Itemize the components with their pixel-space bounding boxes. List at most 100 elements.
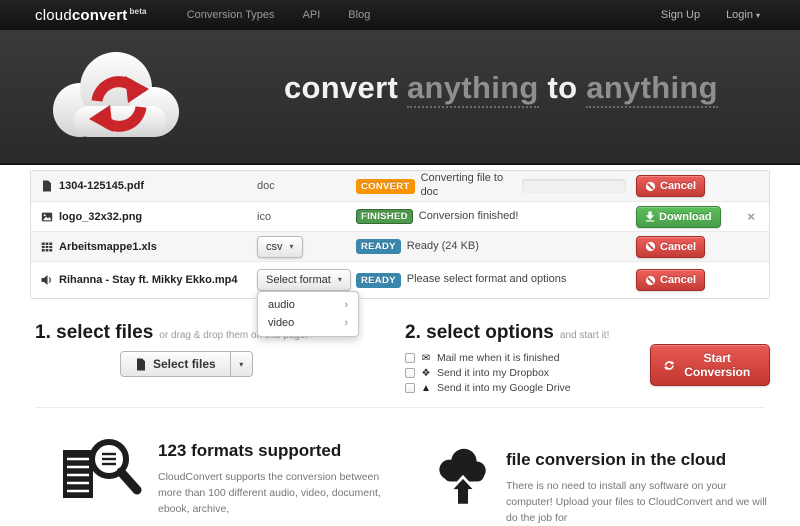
status-cell: READY Please select format and options: [356, 273, 636, 288]
status-badge: CONVERT: [356, 179, 415, 194]
cancel-button[interactable]: Cancel: [636, 236, 705, 258]
status-badge: READY: [356, 273, 401, 288]
image-icon: [41, 211, 53, 223]
feature-text-block: file conversion in the cloud There is no…: [506, 436, 772, 526]
cancel-label: Cancel: [660, 240, 696, 254]
spreadsheet-icon: [41, 241, 53, 253]
nav-links: Conversion Types API Blog: [187, 9, 371, 21]
action-cell: Cancel: [636, 236, 696, 258]
format-select-csv[interactable]: csv ▾: [257, 236, 303, 258]
action-cell: Cancel: [636, 175, 696, 197]
select-options-subtitle: and start it!: [560, 330, 609, 341]
cancel-button[interactable]: Cancel: [636, 269, 705, 291]
login-menu[interactable]: Login▾: [726, 9, 760, 21]
menu-item-label: audio: [268, 299, 295, 311]
format-cell: Select format ▾: [251, 269, 356, 291]
feature-paragraph: There is no need to install any software…: [506, 479, 772, 526]
cancel-button[interactable]: Cancel: [636, 175, 705, 197]
conversion-queue-table: 1304-125145.pdf doc CONVERT Converting f…: [30, 170, 770, 299]
filename: Rihanna - Stay ft. Mikky Ekko.mp4: [59, 274, 238, 286]
audio-icon: [41, 274, 53, 286]
select-files-button[interactable]: Select files: [120, 351, 231, 377]
select-options-title: 2. select options: [405, 322, 554, 343]
target-format: doc: [257, 180, 275, 192]
headline-word: to: [548, 70, 578, 105]
select-files-caret-button[interactable]: ▾: [231, 351, 253, 377]
dropbox-icon: ❖: [420, 368, 432, 379]
feature-cloud: file conversion in the cloud There is no…: [432, 436, 772, 526]
progress-bar: [522, 179, 626, 193]
feature-formats: 123 formats supported CloudConvert suppo…: [58, 436, 403, 517]
hero-banner: convert anything to anything: [0, 30, 800, 165]
status-cell: FINISHED Conversion finished!: [356, 209, 636, 224]
status-text: Conversion finished!: [419, 210, 519, 224]
status-text: Ready (24 KB): [407, 240, 479, 254]
mail-checkbox[interactable]: [405, 353, 415, 363]
close-icon[interactable]: ×: [747, 209, 755, 224]
download-button[interactable]: Download: [636, 206, 721, 228]
dropbox-checkbox[interactable]: [405, 368, 415, 378]
brand-logo[interactable]: cloudconvertbeta: [35, 7, 147, 24]
chevron-right-icon: ›: [344, 317, 348, 329]
ban-circle-icon: [645, 181, 656, 192]
start-conversion-label: Start Conversion: [678, 351, 756, 379]
chevron-down-icon: ▾: [290, 240, 294, 254]
format-cell: csv ▾: [251, 236, 356, 258]
formats-search-icon: [58, 436, 146, 517]
action-cell: Download: [636, 206, 718, 228]
action-cell: Cancel: [636, 269, 696, 291]
chevron-down-icon: ▾: [338, 273, 342, 287]
filename: 1304-125145.pdf: [59, 180, 144, 192]
select-files-split-button: Select files ▾: [120, 351, 253, 377]
format-cell: ico: [251, 211, 356, 223]
google-drive-icon: ▲: [420, 383, 432, 394]
select-files-title: 1. select files: [35, 322, 153, 343]
option-label[interactable]: Send it into my Google Drive: [437, 382, 571, 394]
headline-anything-2: anything: [586, 70, 718, 108]
nav-api[interactable]: API: [303, 9, 321, 21]
headline-word: convert: [284, 70, 398, 105]
option-label[interactable]: Send it into my Dropbox: [437, 367, 549, 379]
ban-circle-icon: [645, 275, 656, 286]
google-drive-checkbox[interactable]: [405, 383, 415, 393]
nav-right: Sign Up Login▾: [661, 9, 760, 21]
chevron-right-icon: ›: [344, 299, 348, 311]
feature-paragraph: CloudConvert supports the conversion bet…: [158, 470, 403, 517]
file-cell: logo_32x32.png: [31, 211, 251, 223]
mail-icon: ✉: [420, 353, 432, 364]
download-icon: [645, 211, 655, 222]
start-conversion-button[interactable]: Start Conversion: [650, 344, 770, 386]
file-cell: Arbeitsmappe1.xls: [31, 241, 251, 253]
filename: Arbeitsmappe1.xls: [59, 241, 157, 253]
menu-item-label: video: [268, 317, 294, 329]
file-icon: [135, 358, 147, 371]
format-label: csv: [266, 240, 283, 254]
status-badge: READY: [356, 239, 401, 254]
format-dropdown-menu: audio › video ›: [257, 291, 359, 337]
menu-item-video[interactable]: video ›: [258, 314, 358, 332]
menu-item-audio[interactable]: audio ›: [258, 296, 358, 314]
close-cell: ×: [718, 209, 769, 224]
top-navbar: cloudconvertbeta Conversion Types API Bl…: [0, 0, 800, 30]
cancel-label: Cancel: [660, 179, 696, 193]
status-cell: CONVERT Converting file to doc: [356, 172, 636, 200]
brand-part-convert: convert: [72, 7, 128, 24]
format-select-open[interactable]: Select format ▾: [257, 269, 351, 291]
status-text: Please select format and options: [407, 273, 567, 287]
section-divider: [35, 407, 765, 408]
option-label[interactable]: Mail me when it is finished: [437, 352, 560, 364]
file-cell: 1304-125145.pdf: [31, 180, 251, 192]
nav-blog[interactable]: Blog: [348, 9, 370, 21]
table-row-xls: Arbeitsmappe1.xls csv ▾ READY Ready (24 …: [31, 231, 769, 261]
signup-link[interactable]: Sign Up: [661, 9, 700, 21]
file-cell: Rihanna - Stay ft. Mikky Ekko.mp4: [31, 274, 251, 286]
chevron-down-icon: ▾: [756, 11, 760, 20]
target-format: ico: [257, 211, 271, 223]
select-options-section: 2. select options and start it! ✉ Mail me…: [405, 322, 770, 397]
feature-title: 123 formats supported: [158, 441, 403, 461]
document-icon: [41, 180, 53, 192]
refresh-icon: [664, 359, 674, 372]
status-badge: FINISHED: [356, 209, 413, 224]
nav-conversion-types[interactable]: Conversion Types: [187, 9, 275, 21]
format-label: Select format: [266, 273, 331, 287]
